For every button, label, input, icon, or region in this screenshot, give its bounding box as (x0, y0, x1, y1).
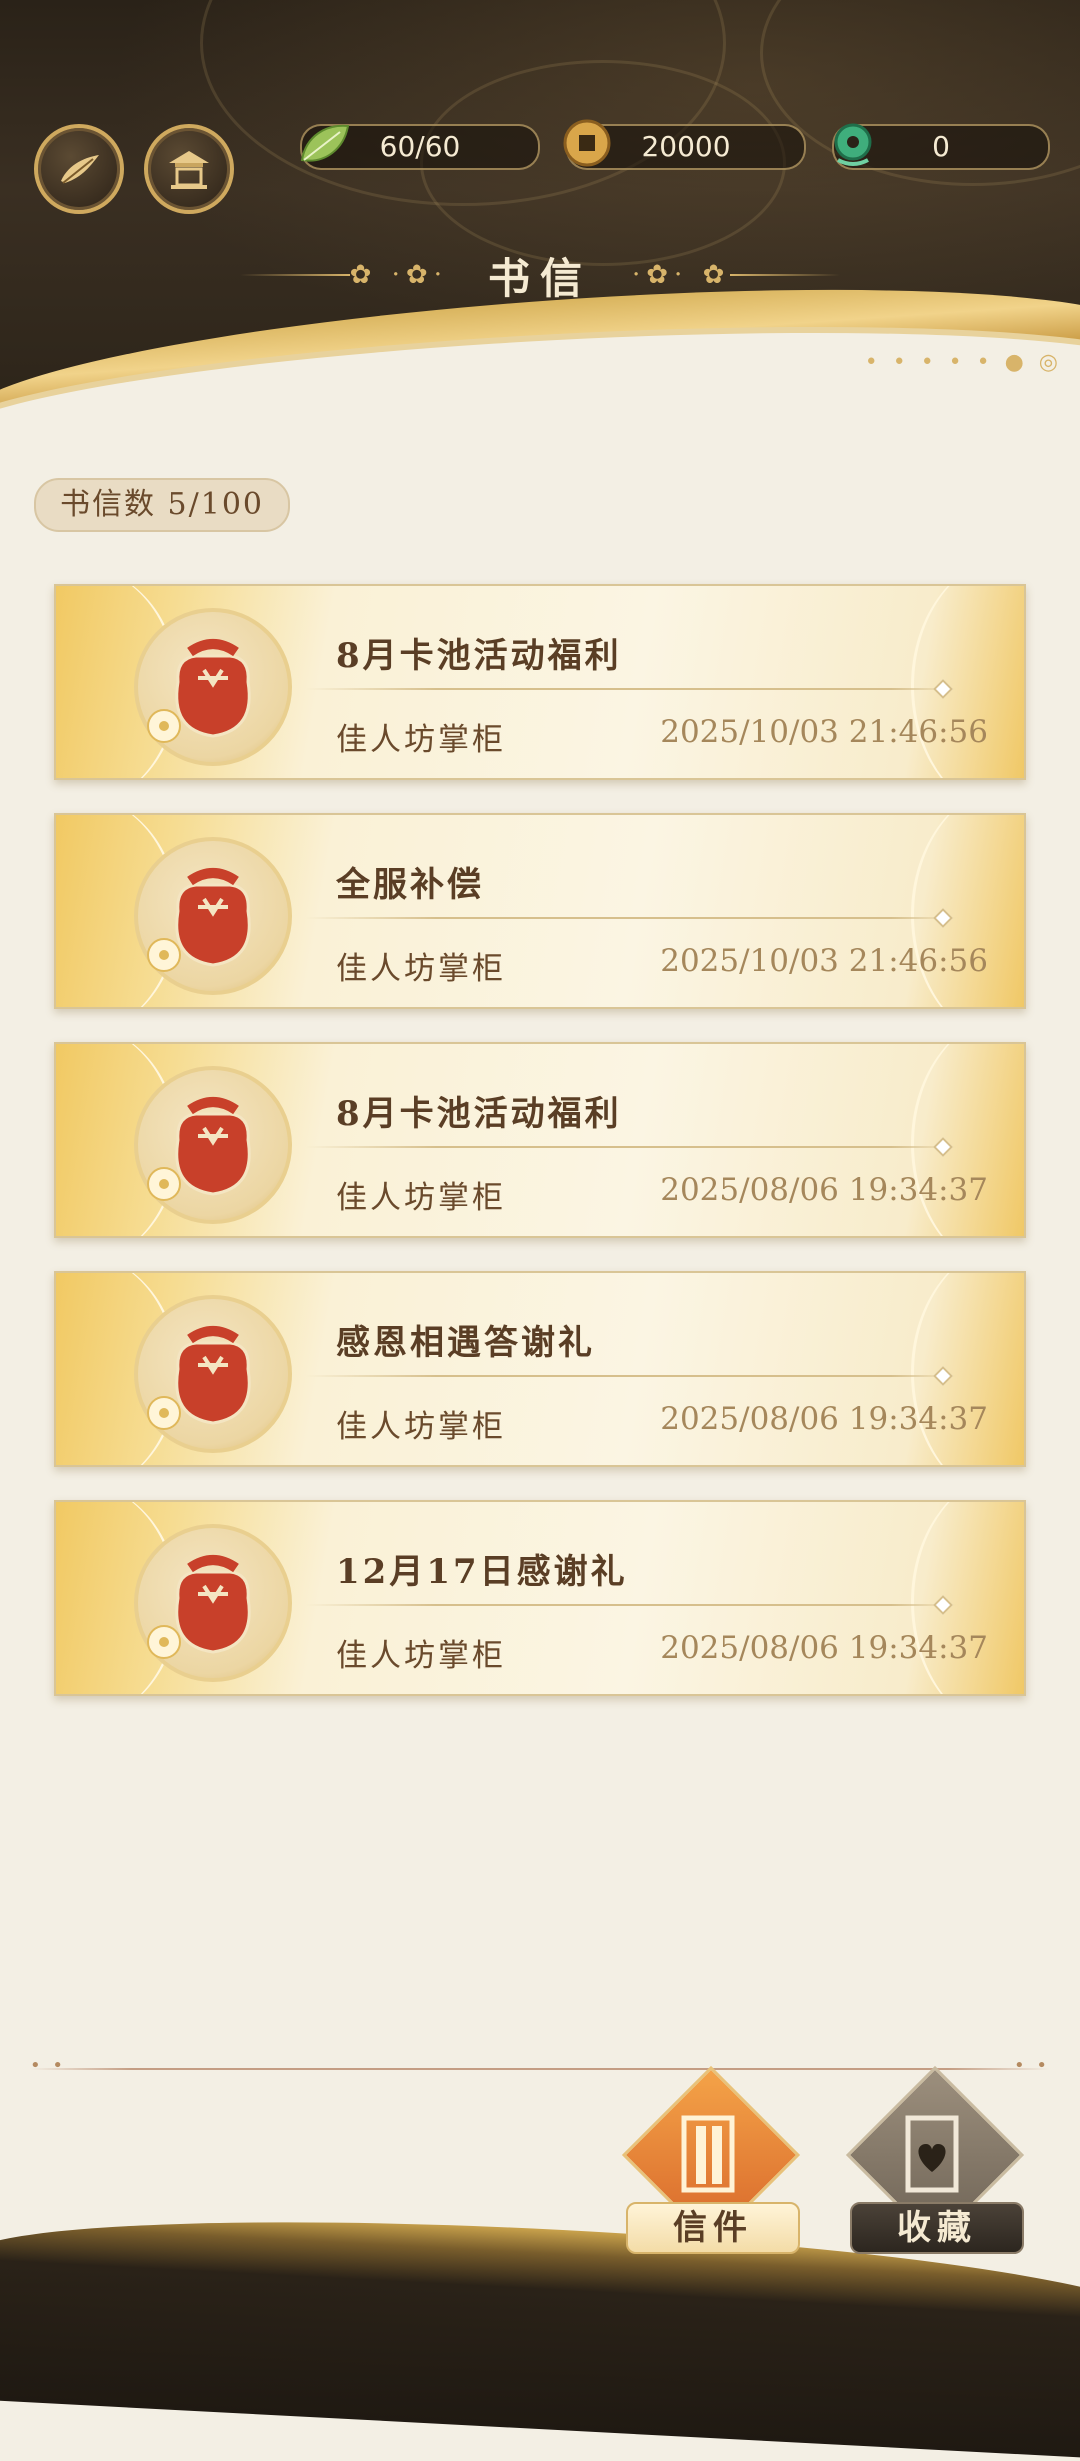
mail-timestamp: 2025/08/06 19:34:37 (660, 1630, 988, 1666)
jade-pendant-icon (824, 114, 882, 172)
back-button[interactable] (34, 124, 124, 214)
mail-item[interactable]: 8月卡池活动福利 佳人坊掌柜 2025/10/03 21:46:56 (54, 584, 1026, 780)
gift-bag-icon (134, 837, 292, 995)
dots-decoration: • • (1014, 2055, 1050, 2076)
dots-decoration: • • • • • ● ◎ (864, 350, 1062, 375)
gift-bag-icon (134, 1524, 292, 1682)
copper-coin-icon (558, 114, 616, 172)
gift-bag-icon (134, 1066, 292, 1224)
envelope-flap (911, 1502, 1024, 1694)
page-title: 书信 (487, 253, 592, 303)
mail-divider (306, 1604, 956, 1606)
mail-timestamp: 2025/10/03 21:46:56 (660, 714, 988, 750)
mail-item[interactable]: 12月17日感谢礼 佳人坊掌柜 2025/08/06 19:34:37 (54, 1500, 1026, 1696)
mail-divider (306, 1375, 956, 1377)
envelope-flap (911, 1273, 1024, 1465)
mail-divider (306, 688, 956, 690)
mail-sender: 佳人坊掌柜 (336, 722, 506, 758)
heart-card-icon (905, 2115, 959, 2193)
title-row: ✿ ·✿· 书信 ·✿· ✿ (0, 245, 1080, 305)
mail-divider (306, 1146, 956, 1148)
mail-sender: 佳人坊掌柜 (336, 1638, 506, 1674)
envelope-flap (911, 1044, 1024, 1236)
title-ornament-right: ·✿· ✿ (632, 260, 731, 290)
feather-icon (61, 155, 99, 184)
mail-divider (306, 917, 956, 919)
tab-collection-label: 收藏 (850, 2202, 1024, 2254)
bottom-divider (30, 2068, 1050, 2070)
mail-title: 8月卡池活动福利 (336, 636, 622, 676)
letter-door-icon (681, 2115, 735, 2193)
gift-bag-icon (134, 1295, 292, 1453)
title-line-right (730, 274, 841, 276)
envelope-flap (911, 586, 1024, 778)
mail-item[interactable]: 8月卡池活动福利 佳人坊掌柜 2025/08/06 19:34:37 (54, 1042, 1026, 1238)
tab-mail-label: 信件 (626, 2202, 800, 2254)
mail-sender: 佳人坊掌柜 (336, 1409, 506, 1445)
pavilion-icon (169, 151, 209, 189)
envelope-flap (911, 815, 1024, 1007)
mail-timestamp: 2025/08/06 19:34:37 (660, 1172, 988, 1208)
mail-item[interactable]: 感恩相遇答谢礼 佳人坊掌柜 2025/08/06 19:34:37 (54, 1271, 1026, 1467)
mail-sender: 佳人坊掌柜 (336, 1180, 506, 1216)
mail-list: 8月卡池活动福利 佳人坊掌柜 2025/10/03 21:46:56 全服补偿 … (54, 584, 1026, 1729)
leaf-stamina-icon (296, 116, 354, 174)
mail-title: 感恩相遇答谢礼 (336, 1323, 595, 1363)
mail-timestamp: 2025/10/03 21:46:56 (660, 943, 988, 979)
home-button[interactable] (144, 124, 234, 214)
tab-collection[interactable]: 收藏 (845, 2065, 1025, 2254)
tab-mail[interactable]: 信件 (621, 2065, 801, 2254)
mail-title: 12月17日感谢礼 (336, 1552, 628, 1592)
mail-sender: 佳人坊掌柜 (336, 951, 506, 987)
mail-count-badge: 书信数 5/100 (34, 478, 290, 532)
mail-timestamp: 2025/08/06 19:34:37 (660, 1401, 988, 1437)
gift-bag-icon (134, 608, 292, 766)
header: 60/60 20000 0 ✿ ·✿· 书信 ·✿· ✿ • • • • • ●… (0, 0, 1080, 420)
mail-item[interactable]: 全服补偿 佳人坊掌柜 2025/10/03 21:46:56 (54, 813, 1026, 1009)
mail-title: 8月卡池活动福利 (336, 1094, 622, 1134)
title-ornament-left: ✿ ·✿· (349, 260, 448, 290)
dots-decoration: • • (30, 2055, 66, 2076)
title-line-left (239, 274, 350, 276)
mail-title: 全服补偿 (336, 865, 484, 905)
